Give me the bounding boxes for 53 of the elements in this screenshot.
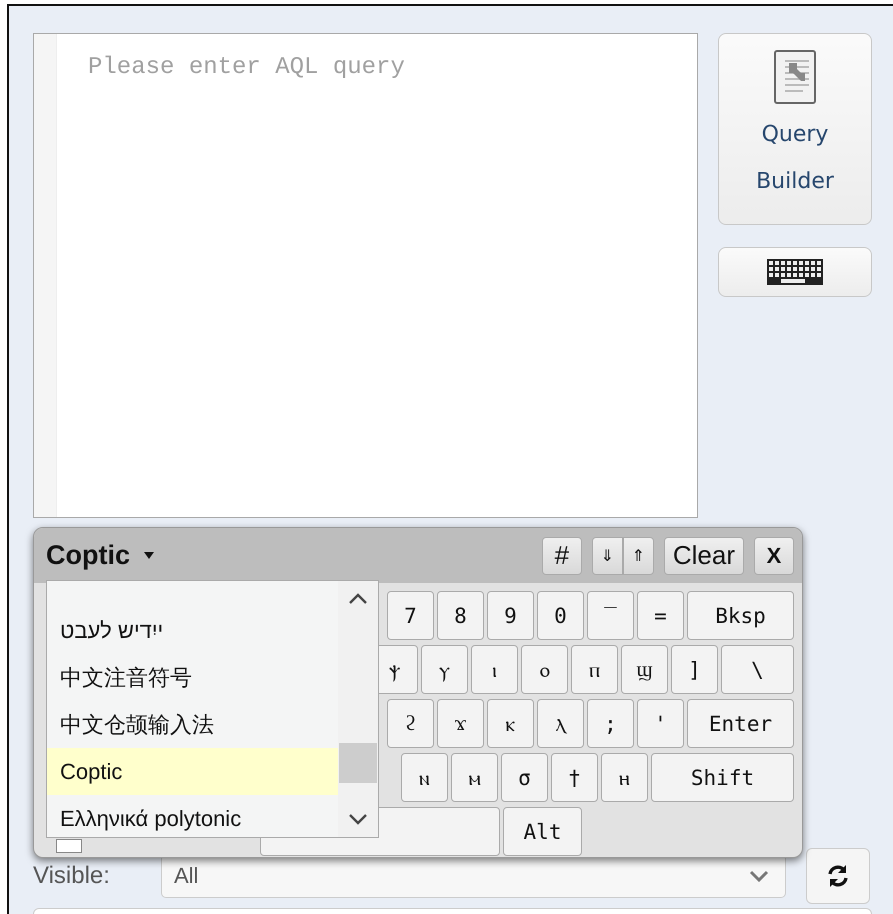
keyboard-key[interactable]: ⲏ xyxy=(601,753,648,802)
keyboard-key[interactable]: 8 xyxy=(437,591,484,640)
keyboard-key[interactable]: ⲟ xyxy=(521,645,568,694)
close-button[interactable]: X xyxy=(754,536,794,574)
keyboard-key[interactable]: ⲡ xyxy=(571,645,618,694)
keyboard-icon xyxy=(767,259,823,285)
keyboard-control-button[interactable]: ⇓ xyxy=(592,536,623,574)
document-icon xyxy=(773,49,817,105)
keyboard-key[interactable]: 0 xyxy=(537,591,584,640)
keyboard-key[interactable]: Enter xyxy=(687,699,794,748)
layout-option[interactable]: ייִדיש לעבט xyxy=(47,607,338,654)
keyboard-key[interactable]: 7 xyxy=(387,591,434,640)
layout-option[interactable]: Ελληνικά polytonic xyxy=(47,795,338,842)
chevron-up-icon xyxy=(348,593,368,605)
keyboard-key[interactable]: Alt xyxy=(503,807,582,856)
refresh-icon xyxy=(826,864,850,888)
keyboard-control-button[interactable]: ⇑ xyxy=(622,536,654,574)
keyboard-key[interactable]: ] xyxy=(671,645,718,694)
keyboard-button[interactable] xyxy=(718,247,872,297)
keyboard-key[interactable]: ⲗ xyxy=(537,699,584,748)
chevron-down-icon xyxy=(348,813,368,825)
layout-option[interactable]: Coptic xyxy=(47,748,338,795)
keyboard-key[interactable]: ‾ xyxy=(587,591,634,640)
refresh-button[interactable] xyxy=(806,848,870,904)
keyboard-key[interactable]: ' xyxy=(637,699,684,748)
keyboard-key[interactable]: ⲛ xyxy=(401,753,448,802)
checkbox[interactable] xyxy=(56,839,82,853)
keyboard-key[interactable]: \ xyxy=(721,645,794,694)
keyboard-control-button[interactable]: Clear xyxy=(664,536,744,574)
keyboard-control-button[interactable]: # xyxy=(542,536,582,574)
keyboard-key[interactable]: ⲕ xyxy=(487,699,534,748)
keyboard-key[interactable]: ⲓ xyxy=(471,645,518,694)
query-builder-button[interactable]: Query Builder xyxy=(718,33,872,225)
keyboard-key[interactable]: † xyxy=(551,753,598,802)
keyboard-key[interactable]: ϩ xyxy=(387,699,434,748)
layout-option[interactable]: 中文仓颉输入法 xyxy=(47,701,338,748)
keyboard-key[interactable]: σ xyxy=(501,753,548,802)
keyboard-key[interactable]: ϣ xyxy=(621,645,668,694)
query-input[interactable]: Please enter AQL query xyxy=(33,33,698,518)
layout-selector[interactable]: Coptic xyxy=(46,540,130,571)
keyboard-key[interactable]: = xyxy=(637,591,684,640)
caret-icon xyxy=(144,552,154,559)
chevron-down-icon xyxy=(749,869,769,883)
scrollbar-thumb[interactable] xyxy=(339,743,377,783)
visible-label: Visible: xyxy=(33,862,111,890)
keyboard-key[interactable]: Bksp xyxy=(687,591,794,640)
keyboard-key[interactable]: ⲙ xyxy=(451,753,498,802)
layout-option[interactable]: 中文注音符号 xyxy=(47,654,338,701)
keyboard-key[interactable]: ; xyxy=(587,699,634,748)
keyboard-key[interactable]: Shift xyxy=(651,753,794,802)
keyboard-key[interactable]: 9 xyxy=(487,591,534,640)
keyboard-key[interactable]: ⲩ xyxy=(421,645,468,694)
keyboard-key[interactable]: ϫ xyxy=(437,699,484,748)
